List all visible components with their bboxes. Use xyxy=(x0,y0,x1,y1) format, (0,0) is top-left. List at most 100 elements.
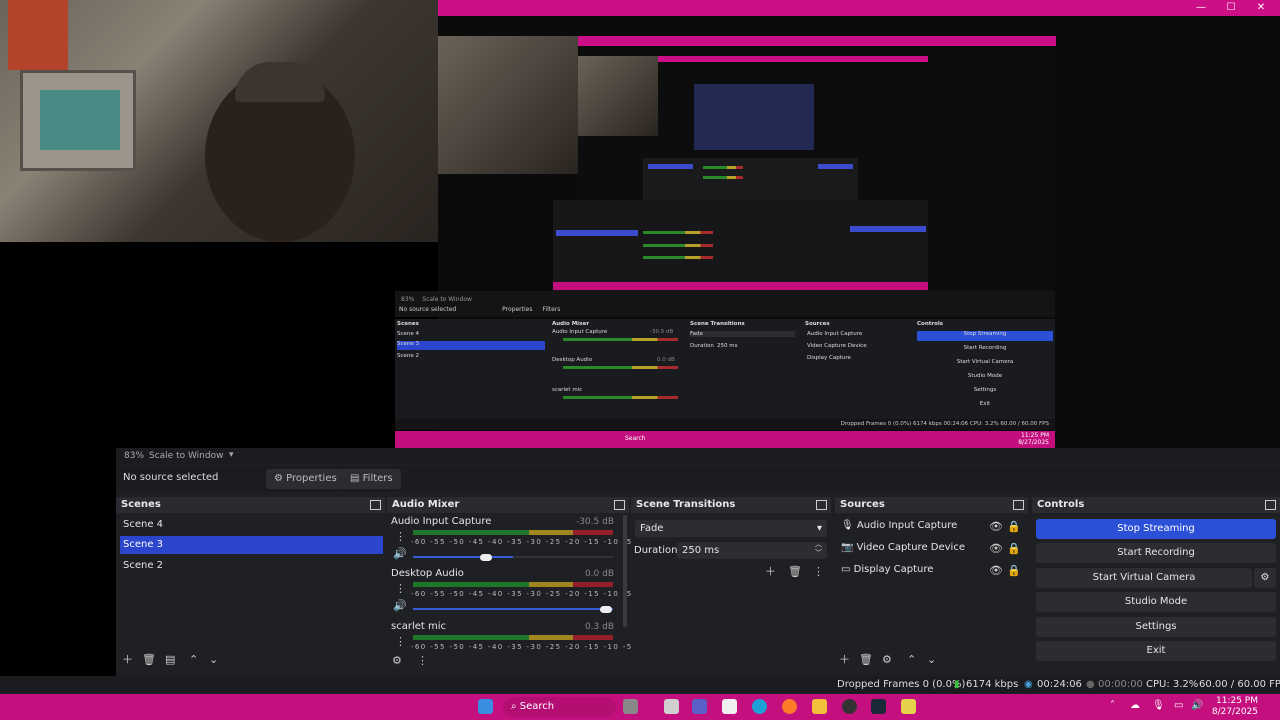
scene-item[interactable]: Scene 2 xyxy=(120,557,383,575)
trash-icon[interactable]: 🗑 xyxy=(142,654,156,666)
arrow-up-icon[interactable]: ⌃ xyxy=(907,654,916,666)
microphone-icon: 🎙 xyxy=(841,520,857,531)
stream-time: 00:24:06 xyxy=(1037,679,1082,690)
scene-item-selected[interactable]: Scene 3 xyxy=(120,536,383,554)
nested-scale: Scale to Window xyxy=(422,296,472,303)
meter-ticks: -60 -55 -50 -45 -40 -35 -30 -25 -20 -15 … xyxy=(411,538,643,546)
nested-mixer-label: Desktop Audio xyxy=(552,357,593,363)
start-recording-button[interactable]: Start Recording xyxy=(1036,543,1276,563)
undock-icon[interactable] xyxy=(816,500,827,510)
eye-icon[interactable]: 👁 xyxy=(989,521,1003,533)
add-icon[interactable]: ＋ xyxy=(122,654,133,666)
calendar-icon[interactable] xyxy=(722,699,737,714)
volume-slider-handle[interactable] xyxy=(600,606,612,613)
chevron-down-icon[interactable]: ▾ xyxy=(229,450,234,460)
undock-icon[interactable] xyxy=(370,500,381,510)
nested-source: Audio Input Capture xyxy=(807,331,863,337)
windows-start-icon[interactable] xyxy=(478,699,493,714)
channel-label: Audio Input Capture xyxy=(391,516,492,527)
minimize-icon[interactable]: — xyxy=(1194,1,1208,15)
lock-icon[interactable]: 🔒 xyxy=(1007,521,1021,533)
network-icon[interactable]: ▭ xyxy=(1174,700,1183,711)
no-source-label: No source selected xyxy=(123,472,219,483)
teams-icon[interactable] xyxy=(692,699,707,714)
controls-title: Controls xyxy=(1032,497,1280,513)
nested-properties: Properties xyxy=(502,306,533,313)
steam-icon[interactable] xyxy=(871,699,886,714)
app-icon[interactable] xyxy=(901,699,916,714)
virtual-camera-settings-button[interactable]: ⚙ xyxy=(1254,568,1276,588)
properties-button[interactable]: ⚙ Properties xyxy=(266,469,345,489)
transition-select[interactable]: Fade ▾ xyxy=(635,520,827,537)
cpu-usage: CPU: 3.2% xyxy=(1146,679,1199,690)
volume-icon[interactable]: 🔊 xyxy=(1191,700,1203,711)
nested-obs-capture: 83% Scale to Window No source selected P… xyxy=(395,16,1280,448)
stop-streaming-button[interactable]: Stop Streaming xyxy=(1036,519,1276,539)
undock-icon[interactable] xyxy=(614,500,625,510)
properties-label: Properties xyxy=(286,473,337,484)
duration-spinbox[interactable]: 250 ms ︿ ﹀ xyxy=(677,540,827,559)
windows-taskbar: ⌕ Search ˄ ☁ 🎙 ▭ 🔊 11:25 PM 8/27/2025 xyxy=(0,694,1280,720)
task-view-icon[interactable] xyxy=(664,699,679,714)
nested-clock-time: 11:25 PM xyxy=(1021,432,1049,439)
start-virtual-camera-button[interactable]: Start Virtual Camera xyxy=(1036,568,1252,588)
eye-icon[interactable]: 👁 xyxy=(989,543,1003,555)
obs-icon[interactable] xyxy=(842,699,857,714)
tray-chevron-icon[interactable]: ˄ xyxy=(1110,700,1115,711)
undock-icon[interactable] xyxy=(1265,500,1276,510)
scale-mode-select[interactable]: Scale to Window xyxy=(149,451,223,461)
exit-button[interactable]: Exit xyxy=(1036,641,1276,661)
filters-button[interactable]: ▤ Filters xyxy=(342,469,401,489)
kebab-menu-icon[interactable]: ⋮ xyxy=(395,531,406,543)
speaker-icon[interactable]: 🔊 xyxy=(393,600,407,612)
add-icon[interactable]: ＋ xyxy=(765,566,776,578)
nested-scene: Scene 2 xyxy=(397,353,420,359)
widgets-icon[interactable] xyxy=(623,699,638,714)
filter-icon[interactable]: ▤ xyxy=(165,654,175,666)
taskbar-clock[interactable]: 11:25 PM 8/27/2025 xyxy=(1212,696,1258,718)
nested-control: Start Recording xyxy=(963,345,1007,351)
edge-icon[interactable] xyxy=(752,699,767,714)
kebab-menu-icon[interactable]: ⋮ xyxy=(395,583,406,595)
microphone-icon[interactable]: 🎙 xyxy=(1152,700,1165,711)
mixer-scrollbar[interactable] xyxy=(623,515,627,627)
kebab-menu-icon[interactable]: ⋮ xyxy=(813,566,824,578)
studio-mode-button[interactable]: Studio Mode xyxy=(1036,592,1276,612)
nested-control: Exit xyxy=(979,401,991,407)
level-meter xyxy=(413,530,613,535)
arrow-down-icon[interactable]: ⌄ xyxy=(927,654,936,666)
undock-icon[interactable] xyxy=(1013,500,1024,510)
kebab-menu-icon[interactable]: ⋮ xyxy=(395,636,406,648)
maximize-icon[interactable]: ☐ xyxy=(1224,1,1238,15)
monitor-icon: ▭ xyxy=(841,564,854,575)
lock-icon[interactable]: 🔒 xyxy=(1007,543,1021,555)
lock-icon[interactable]: 🔒 xyxy=(1007,565,1021,577)
settings-button[interactable]: Settings xyxy=(1036,617,1276,637)
taskbar-search[interactable]: ⌕ Search xyxy=(503,697,616,717)
filters-label: Filters xyxy=(362,473,393,484)
status-bar: Dropped Frames 0 (0.0%) ▮ 6174 kbps ◉ 00… xyxy=(0,676,1280,694)
firefox-icon[interactable] xyxy=(782,699,797,714)
file-explorer-icon[interactable] xyxy=(812,699,827,714)
add-icon[interactable]: ＋ xyxy=(839,654,850,666)
nested-control: Studio Mode xyxy=(967,373,1003,379)
eye-icon[interactable]: 👁 xyxy=(989,565,1003,577)
trash-icon[interactable]: 🗑 xyxy=(859,654,873,666)
speaker-icon[interactable]: 🔊 xyxy=(393,548,407,560)
dropped-frames: Dropped Frames 0 (0.0%) xyxy=(837,679,966,690)
program-preview[interactable]: — ☐ ✕ 83% Scale to Window No source sele… xyxy=(0,0,1280,448)
close-icon[interactable]: ✕ xyxy=(1254,1,1268,15)
gear-icon[interactable]: ⚙ xyxy=(392,655,402,667)
volume-slider-handle[interactable] xyxy=(480,554,492,561)
arrow-up-icon[interactable]: ⌃ xyxy=(189,654,198,666)
record-time: 00:00:00 xyxy=(1098,679,1143,690)
nested-scenes-title: Scenes xyxy=(397,321,419,327)
trash-icon[interactable]: 🗑 xyxy=(788,566,802,578)
kebab-menu-icon[interactable]: ⋮ xyxy=(417,655,428,667)
scenes-title: Scenes xyxy=(116,497,385,513)
controls-dock: Controls Stop Streaming Start Recording … xyxy=(1032,497,1280,673)
scene-item[interactable]: Scene 4 xyxy=(120,516,383,534)
cloud-icon[interactable]: ☁ xyxy=(1130,700,1140,711)
gear-icon[interactable]: ⚙ xyxy=(882,654,892,666)
arrow-down-icon[interactable]: ⌄ xyxy=(209,654,218,666)
